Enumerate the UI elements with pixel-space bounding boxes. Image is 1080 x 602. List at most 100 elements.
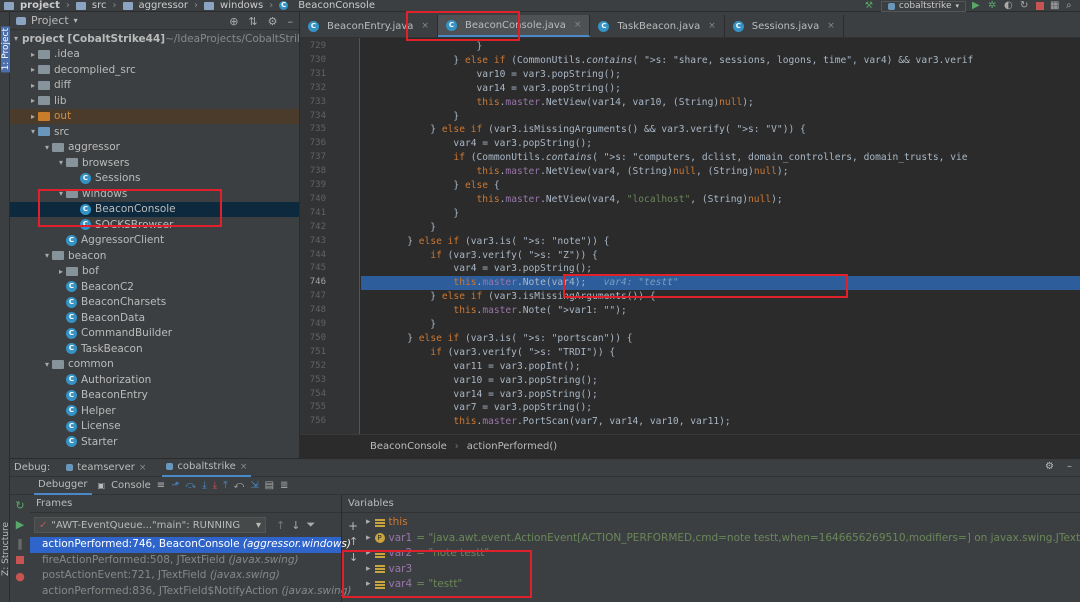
hide-icon[interactable]: –: [1067, 461, 1072, 472]
code-line[interactable]: } else if (var3.isMissingArguments() && …: [361, 123, 806, 137]
code-line[interactable]: var11 = var3.popInt();: [361, 360, 580, 374]
code-line[interactable]: var10 = var3.popString();: [361, 68, 621, 82]
tree-item[interactable]: C Sessions: [10, 171, 299, 187]
show-execution-point-icon[interactable]: ⬏: [171, 480, 179, 491]
gear-icon[interactable]: ⚙: [1045, 461, 1054, 472]
tree-item[interactable]: C CommandBuilder: [10, 326, 299, 342]
code-line[interactable]: } else if (var3.is( ">s: "portscan")) {: [361, 332, 632, 346]
tab-console[interactable]: Console: [111, 480, 151, 491]
tree-item[interactable]: C Starter: [10, 434, 299, 450]
code-line[interactable]: var14 = var3.popString();: [361, 388, 597, 402]
tree-item[interactable]: ▾ project [CobaltStrike44] ~/IdeaProjects…: [10, 31, 299, 47]
code-line[interactable]: } else if (CommonUtils.contains( ">s: "s…: [361, 54, 973, 68]
breadcrumb-beaconconsole[interactable]: BeaconConsole: [298, 0, 375, 11]
code-line[interactable]: this.master.PortScan(var7, var14, var10,…: [361, 415, 730, 429]
expand-arrow-icon[interactable]: ▾: [42, 360, 52, 369]
stack-frame[interactable]: fireActionPerformed:508, JTextField (jav…: [30, 553, 341, 569]
tree-item[interactable]: C BeaconData: [10, 310, 299, 326]
expand-arrow-icon[interactable]: ▸: [28, 81, 38, 90]
tree-item[interactable]: ▸ lib: [10, 93, 299, 109]
tree-item[interactable]: ▸ diff: [10, 78, 299, 94]
hide-icon[interactable]: –: [288, 15, 294, 28]
tree-item[interactable]: ▾ common: [10, 357, 299, 373]
arrow-down-icon[interactable]: ↓: [291, 519, 300, 532]
resume-icon[interactable]: ▶: [16, 518, 24, 531]
expand-arrow-icon[interactable]: ▸: [28, 96, 38, 105]
tree-item[interactable]: ▾ src: [10, 124, 299, 140]
arrow-up-icon[interactable]: ↑: [349, 535, 358, 548]
pause-icon[interactable]: ‖: [17, 537, 23, 550]
run-to-cursor-icon[interactable]: ⇲: [250, 480, 258, 491]
tree-item[interactable]: ▸ .idea: [10, 47, 299, 63]
code-line[interactable]: this.master.NetView(var4, "localhost", (…: [361, 193, 783, 207]
code-line[interactable]: if (var3.verify( ">s: "TRDI")) {: [361, 346, 615, 360]
project-panel-title[interactable]: Project: [31, 14, 69, 27]
expand-arrow-icon[interactable]: ▸: [28, 112, 38, 121]
code-line[interactable]: }: [361, 110, 459, 124]
expand-arrow-icon[interactable]: ▾: [42, 143, 52, 152]
filter-icon[interactable]: ⏷: [306, 518, 315, 532]
gear-icon[interactable]: ⚙: [268, 15, 278, 28]
step-into-icon[interactable]: ⤓: [202, 480, 206, 491]
hammer-icon[interactable]: ⚒: [865, 1, 875, 11]
debug-icon[interactable]: ✲: [988, 1, 998, 11]
arrow-up-icon[interactable]: ↑: [276, 519, 285, 532]
code-line[interactable]: if (CommonUtils.contains( ">s: "computer…: [361, 151, 967, 165]
tree-item[interactable]: C BeaconEntry: [10, 388, 299, 404]
editor-tab[interactable]: C Sessions.java ×: [725, 15, 844, 37]
code-line[interactable]: var10 = var3.popString();: [361, 374, 597, 388]
expand-arrow-icon[interactable]: ▾: [42, 251, 52, 260]
evaluate-icon[interactable]: ▤: [265, 480, 274, 491]
session-tab-teamserver[interactable]: teamserver ×: [62, 462, 150, 473]
tree-item[interactable]: C TaskBeacon: [10, 341, 299, 357]
code-line[interactable]: var4 = var3.popString();: [361, 137, 592, 151]
stack-frame[interactable]: actionPerformed:746, BeaconConsole (aggr…: [30, 537, 351, 553]
code-line[interactable]: } else {: [361, 179, 499, 193]
expand-arrow-icon[interactable]: ▸: [28, 65, 38, 74]
tree-item[interactable]: ▸ out: [10, 108, 299, 124]
breadcrumb-src[interactable]: src: [92, 0, 107, 11]
structure-icon[interactable]: ▦: [1050, 1, 1060, 11]
breadcrumb-aggressor[interactable]: aggressor: [139, 0, 189, 11]
run-icon[interactable]: ▶: [972, 1, 982, 11]
add-watch-icon[interactable]: +: [348, 519, 358, 533]
close-icon[interactable]: ×: [827, 21, 835, 31]
variable-row[interactable]: ▸ Pvar1 = "java.awt.event.ActionEvent[ACT…: [366, 531, 1080, 547]
breadcrumb-class[interactable]: BeaconConsole: [370, 441, 447, 452]
editor-tab[interactable]: C TaskBeacon.java ×: [590, 15, 725, 37]
step-over-icon[interactable]: ⤼: [186, 480, 197, 491]
expand-arrow-icon[interactable]: ▸: [28, 50, 38, 59]
code-line[interactable]: }: [361, 221, 436, 235]
close-icon[interactable]: ×: [708, 21, 716, 31]
tab-debugger[interactable]: Debugger: [34, 477, 92, 495]
locate-icon[interactable]: ⊕: [229, 15, 238, 28]
thread-select[interactable]: ✓ "AWT-EventQueue..."main": RUNNING ▾: [34, 517, 266, 533]
force-step-into-icon[interactable]: ⤓: [213, 480, 217, 491]
code-line[interactable]: }: [361, 318, 436, 332]
breadcrumb-project[interactable]: project: [20, 0, 60, 11]
trace-icon[interactable]: ≣: [280, 480, 288, 491]
coverage-icon[interactable]: ◐: [1004, 1, 1014, 11]
expand-arrow-icon[interactable]: ▾: [14, 34, 18, 43]
stack-frame[interactable]: postActionEvent:721, JTextField (javax.s…: [30, 568, 341, 584]
tree-item[interactable]: ▸ bof: [10, 264, 299, 280]
code-line[interactable]: var4 = var3.popString();: [361, 262, 592, 276]
stop-icon[interactable]: [16, 556, 24, 564]
expand-arrow-icon[interactable]: ▸: [366, 515, 371, 531]
expand-arrow-icon[interactable]: ▸: [366, 531, 371, 547]
code-line[interactable]: var14 = var3.popString();: [361, 82, 621, 96]
expand-arrow-icon[interactable]: ▸: [56, 267, 66, 276]
expand-arrow-icon[interactable]: ▾: [56, 158, 66, 167]
session-tab-cobaltstrike[interactable]: cobaltstrike ×: [162, 459, 252, 477]
collapse-icon[interactable]: ⇅: [248, 15, 257, 28]
tree-item[interactable]: ▸ decomplied_src: [10, 62, 299, 78]
view-breakpoints-icon[interactable]: ●: [15, 570, 25, 583]
tree-item[interactable]: C Helper: [10, 403, 299, 419]
profile-icon[interactable]: ↻: [1020, 1, 1030, 11]
stack-frame[interactable]: actionPerformed:836, JTextField$NotifyAc…: [30, 584, 351, 600]
close-icon[interactable]: ×: [139, 463, 147, 473]
tree-item[interactable]: C AggressorClient: [10, 233, 299, 249]
tree-item[interactable]: C Authorization: [10, 372, 299, 388]
code-line[interactable]: }: [361, 40, 483, 54]
menu-icon[interactable]: ≡: [157, 480, 165, 491]
